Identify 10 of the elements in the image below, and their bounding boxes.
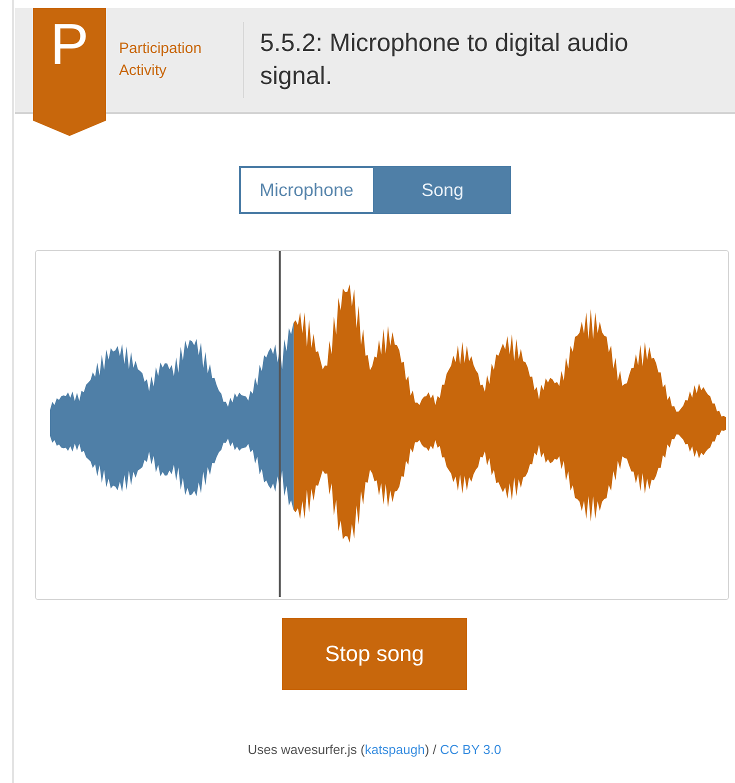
- source-toggle-button[interactable]: Microphone: [238, 166, 374, 214]
- attribution-link[interactable]: CC BY 3.0: [440, 742, 502, 757]
- playhead-line[interactable]: [278, 251, 281, 597]
- attribution-link[interactable]: katspaugh: [364, 742, 425, 757]
- attribution-text: Uses wavesurfer.js (katspaugh) / CC BY 3.0: [248, 742, 502, 757]
- activity-title: 5.5.2: Microphone to digital audio signal.: [260, 28, 630, 92]
- stop-song-button[interactable]: Stop song: [282, 618, 467, 690]
- activity-badge: P: [33, 8, 106, 136]
- source-toggle-button[interactable]: Song: [374, 166, 510, 214]
- activity-type: Participation Activity: [119, 39, 203, 81]
